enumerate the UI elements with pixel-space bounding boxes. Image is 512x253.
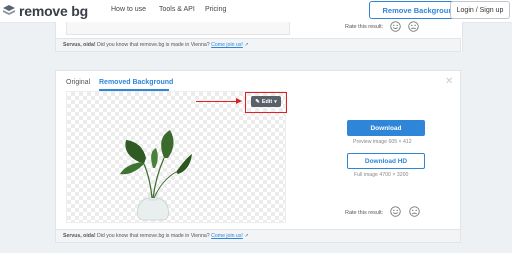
external-link-icon: ↗ bbox=[244, 233, 249, 239]
pencil-icon: ✎ bbox=[255, 98, 260, 105]
banner-text: Did you know that remove.bg is made in V… bbox=[97, 233, 210, 239]
annotation-arrowhead bbox=[236, 98, 242, 104]
rate-label: Rate this result: bbox=[345, 24, 384, 30]
previous-result-image bbox=[66, 22, 290, 35]
come-join-us-link[interactable]: Come join us! bbox=[211, 233, 243, 239]
external-link-icon: ↗ bbox=[244, 42, 249, 48]
logo[interactable]: remove bg bbox=[2, 3, 88, 19]
banner-greeting: Servus, oida! bbox=[63, 233, 96, 239]
download-button[interactable]: Download bbox=[347, 120, 425, 136]
smile-icon[interactable] bbox=[390, 21, 401, 32]
nav-link-how-to-use[interactable]: How to use bbox=[111, 6, 146, 13]
full-size-text: Full image 4700 × 3200 bbox=[354, 172, 409, 178]
frown-icon[interactable] bbox=[408, 21, 419, 32]
logo-text: remove bg bbox=[19, 3, 88, 19]
nav-link-tools-api[interactable]: Tools & API bbox=[159, 6, 195, 13]
tab-removed-background[interactable]: Removed Background bbox=[99, 79, 173, 86]
vienna-banner: Servus, oida! Did you know that remove.b… bbox=[55, 38, 461, 52]
chevron-down-icon: ▾ bbox=[274, 98, 277, 105]
tab-original[interactable]: Original bbox=[66, 79, 90, 86]
close-icon[interactable]: ✕ bbox=[445, 76, 453, 87]
banner-greeting: Servus, oida! bbox=[63, 42, 96, 48]
login-signup-button[interactable]: Login / Sign up bbox=[450, 1, 510, 19]
annotation-arrow bbox=[196, 101, 238, 103]
come-join-us-link[interactable]: Come join us! bbox=[211, 42, 243, 48]
top-navbar: remove bg How to use Tools & API Pricing… bbox=[0, 0, 512, 23]
nav-link-pricing[interactable]: Pricing bbox=[205, 6, 226, 13]
edit-label: Edit bbox=[261, 98, 273, 105]
edit-button[interactable]: ✎ Edit ▾ bbox=[251, 96, 281, 107]
banner-text: Did you know that remove.bg is made in V… bbox=[97, 42, 210, 48]
vienna-banner-result: Servus, oida! Did you know that remove.b… bbox=[55, 229, 461, 243]
download-hd-button[interactable]: Download HD bbox=[347, 153, 425, 169]
preview-size-text: Preview image 605 × 412 bbox=[353, 139, 412, 145]
logo-icon bbox=[3, 5, 15, 15]
plant-image bbox=[120, 130, 192, 221]
rate-label-result: Rate this result: bbox=[345, 210, 384, 216]
frown-icon[interactable] bbox=[409, 206, 420, 217]
smile-icon[interactable] bbox=[390, 206, 401, 217]
